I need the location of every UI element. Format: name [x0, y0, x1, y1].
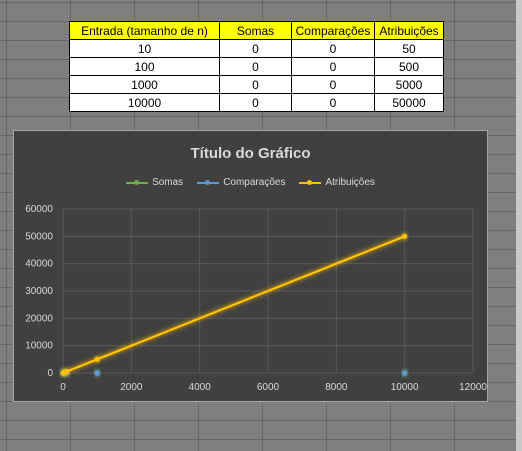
data-table: Entrada (tamanho de n) Somas Comparações… [69, 21, 444, 112]
x-tick-label: 6000 [257, 382, 280, 393]
x-tick-label: 10000 [391, 382, 419, 393]
data-point-comparacoes[interactable] [94, 370, 100, 376]
scrollbar-area[interactable] [516, 0, 522, 451]
table-cell[interactable]: 1000 [69, 75, 220, 94]
y-tick-label: 50000 [25, 231, 53, 242]
x-tick-label: 4000 [189, 382, 212, 393]
table-cell[interactable]: 500 [374, 57, 444, 76]
series-line-atribuicoes[interactable] [62, 235, 406, 374]
y-tick-label: 40000 [25, 259, 53, 270]
table-row: 10 0 0 50 [69, 39, 444, 58]
table-cell[interactable]: 100 [69, 57, 220, 76]
header-cell-somas[interactable]: Somas [219, 21, 292, 40]
table-row: 100 0 0 500 [69, 57, 444, 76]
header-cell-entrada[interactable]: Entrada (tamanho de n) [69, 21, 220, 40]
x-tick-label: 12000 [459, 382, 487, 393]
table-cell[interactable]: 0 [219, 75, 292, 94]
table-cell[interactable]: 0 [291, 93, 375, 112]
y-tick-label: 60000 [25, 204, 53, 215]
table-header-row: Entrada (tamanho de n) Somas Comparações… [69, 21, 444, 40]
table-cell[interactable]: 10 [69, 39, 220, 58]
data-point-atribuicoes[interactable] [94, 356, 100, 362]
header-cell-comparacoes[interactable]: Comparações [291, 21, 375, 40]
table-row: 1000 0 0 5000 [69, 75, 444, 94]
x-tick-label: 8000 [325, 382, 348, 393]
table-cell[interactable]: 0 [291, 57, 375, 76]
header-cell-atribuicoes[interactable]: Atribuições [374, 21, 444, 40]
table-cell[interactable]: 0 [219, 57, 292, 76]
y-tick-label: 30000 [25, 286, 53, 297]
table-cell[interactable]: 50000 [374, 93, 444, 112]
table-cell[interactable]: 0 [219, 39, 292, 58]
y-tick-label: 10000 [25, 341, 53, 352]
plot-area[interactable]: 0 10000 20000 30000 40000 50000 60000 0 2000 4000… [14, 131, 487, 401]
table-row: 10000 0 0 50000 [69, 93, 444, 112]
table-cell[interactable]: 0 [219, 93, 292, 112]
y-tick-label: 20000 [25, 313, 53, 324]
x-tick-label: 0 [60, 382, 66, 393]
chart-container[interactable]: Título do Gráfico Somas Comparações Atri… [13, 130, 488, 402]
x-tick-label: 2000 [120, 382, 143, 393]
data-point-atribuicoes[interactable] [63, 369, 70, 375]
table-cell[interactable]: 10000 [69, 93, 220, 112]
table-cell[interactable]: 5000 [374, 75, 444, 94]
data-point-comparacoes[interactable] [402, 370, 408, 376]
y-tick-label: 0 [47, 368, 53, 379]
table-cell[interactable]: 0 [291, 75, 375, 94]
table-cell[interactable]: 50 [374, 39, 444, 58]
data-point-atribuicoes[interactable] [402, 233, 408, 239]
table-cell[interactable]: 0 [291, 39, 375, 58]
